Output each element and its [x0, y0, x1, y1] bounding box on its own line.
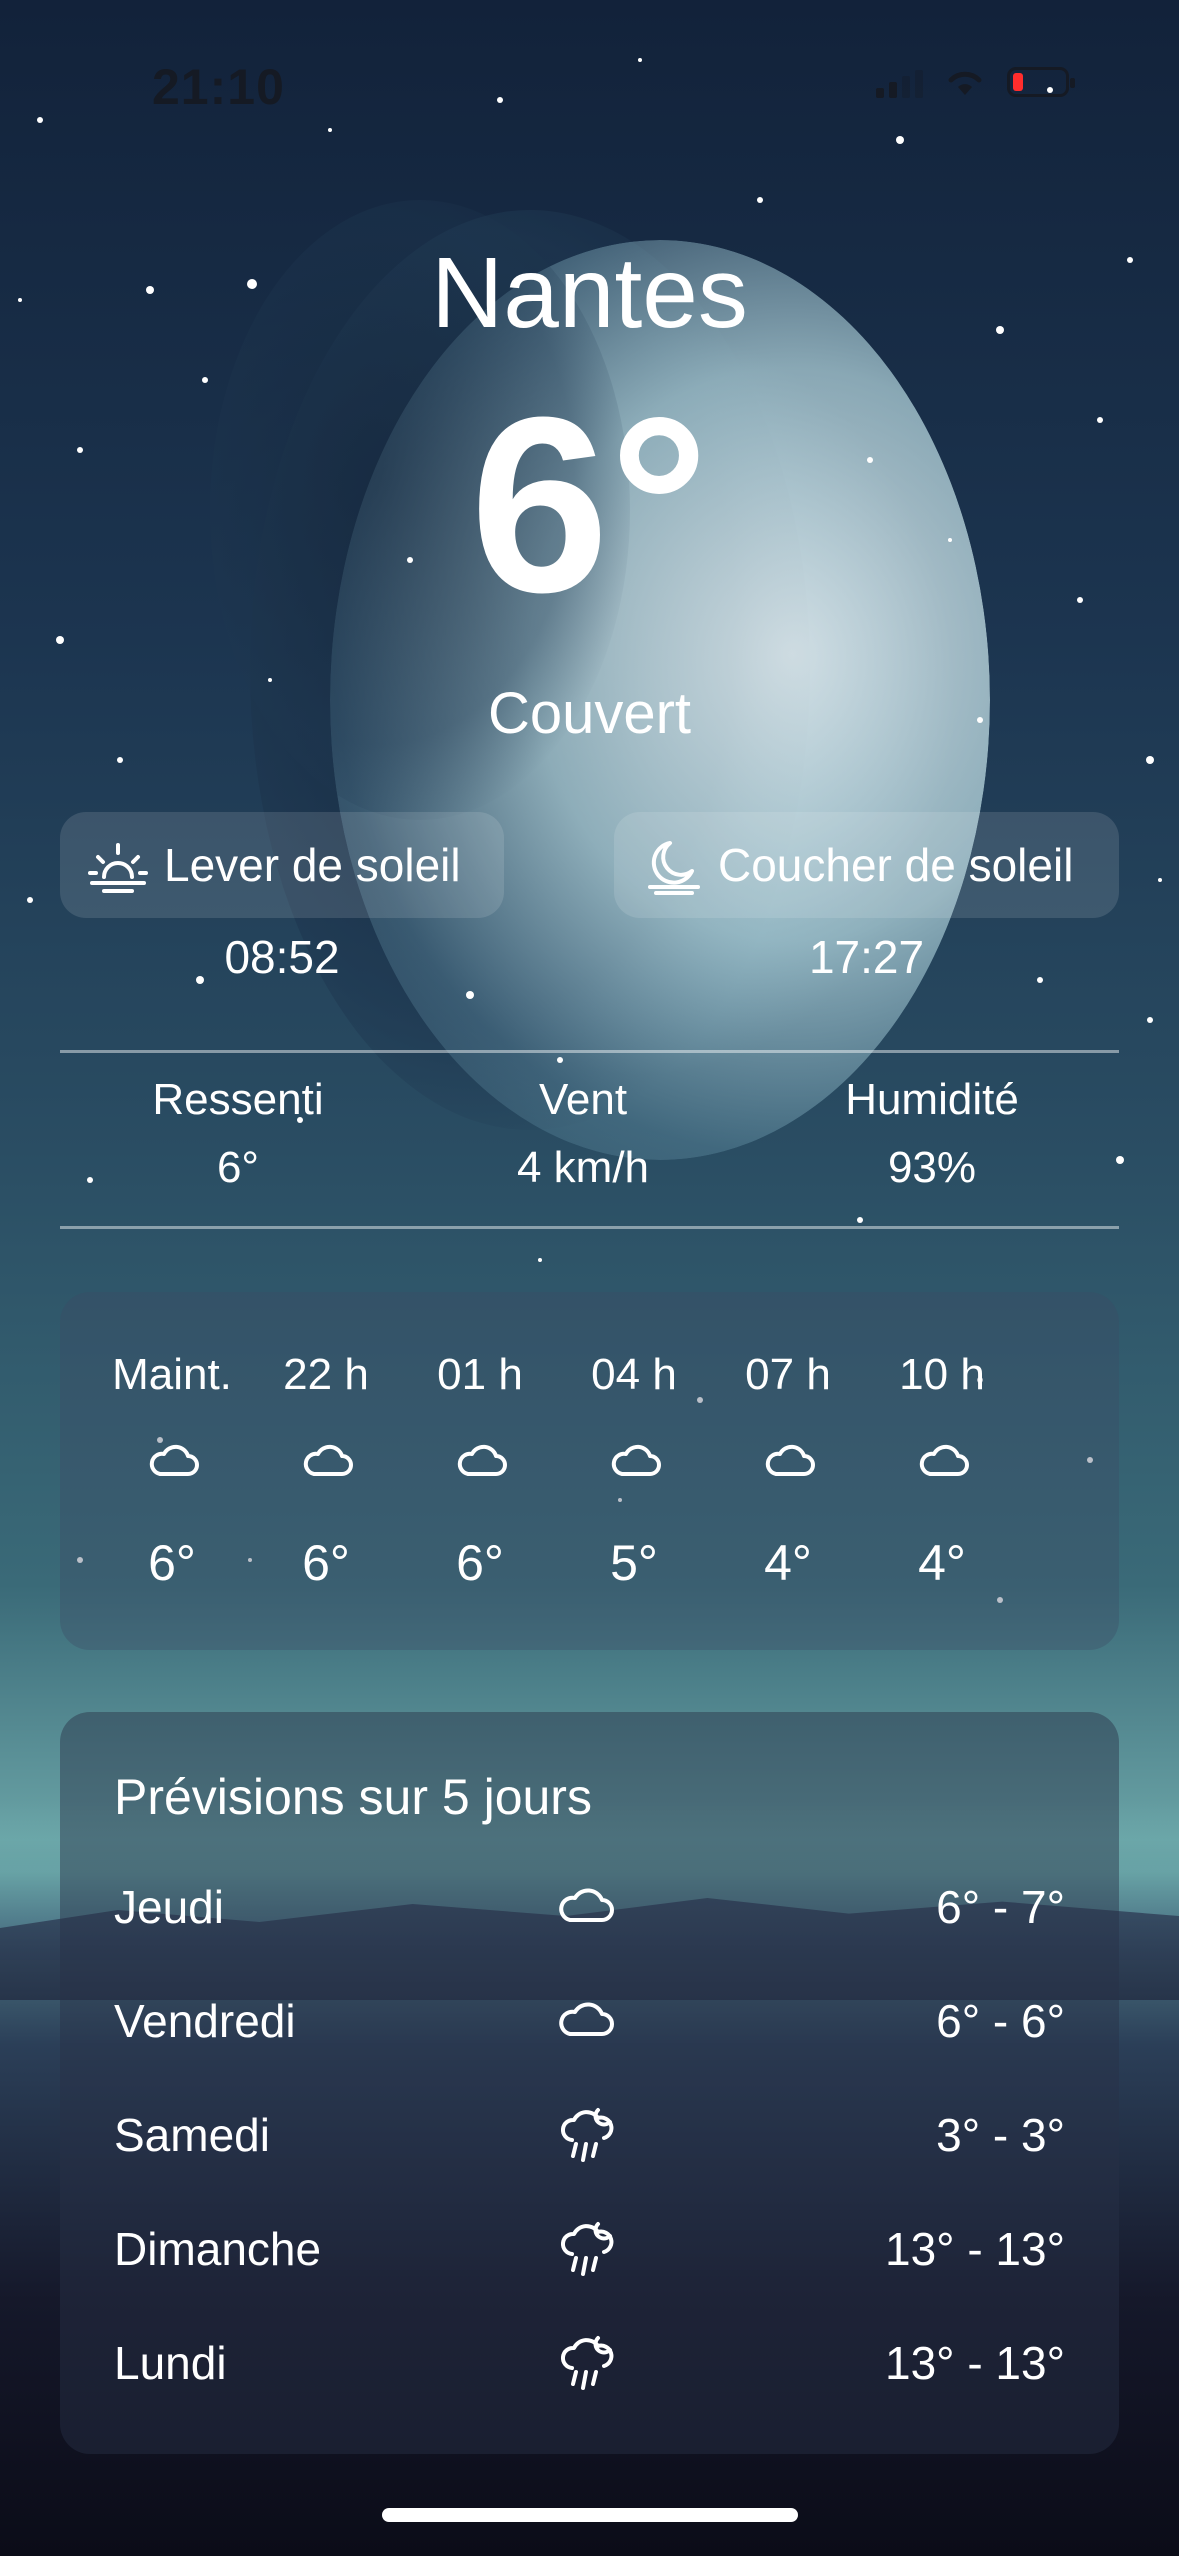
forecast-range: 13° - 13° [884, 2337, 1065, 2389]
sunrise-label: Lever de soleil [164, 839, 461, 891]
hourly-hour: Maint. [112, 1350, 232, 1399]
wifi-icon [948, 71, 982, 95]
forecast-day: Dimanche [114, 2223, 322, 2275]
divider-top [60, 1050, 1119, 1053]
forecast-day: Jeudi [114, 1881, 224, 1933]
hourly-hour: 01 h [437, 1350, 523, 1399]
hourly-temp: 6° [456, 1535, 504, 1591]
detail-label: Humidité [845, 1075, 1019, 1124]
moon-icon [648, 841, 700, 895]
hourly-temp: 4° [764, 1535, 812, 1591]
cloud-icon [919, 1444, 969, 1476]
hourly-hour: 22 h [283, 1350, 369, 1399]
forecast-day: Lundi [114, 2337, 227, 2389]
cloud-icon [611, 1444, 661, 1476]
status-bar: 21:10 [0, 0, 1179, 170]
detail-humidity: Humidité 93% [782, 1075, 1082, 1193]
battery-icon [1007, 67, 1075, 97]
cloud-icon [457, 1444, 507, 1476]
detail-value: 4 km/h [516, 1143, 650, 1192]
cloud-icon [765, 1444, 815, 1476]
home-indicator[interactable] [382, 2508, 798, 2522]
forecast-range: 6° - 7° [936, 1881, 1065, 1933]
forecast-row: Samedi 3° - 3° [60, 2084, 1119, 2184]
cloud-icon [559, 2002, 614, 2036]
sunrise-time: 08:52 [224, 931, 340, 983]
forecast-row: Lundi 13° - 13° [60, 2312, 1119, 2412]
cellular-signal-icon [876, 66, 923, 98]
detail-value: 93% [887, 1143, 977, 1192]
cloud-rain-icon [561, 2336, 614, 2390]
forecast-day: Samedi [114, 2109, 270, 2161]
detail-label: Ressenti [152, 1075, 324, 1124]
cloud-icon [303, 1444, 353, 1476]
five-day-forecast-card: Prévisions sur 5 jours Jeudi 6° - 7° Ven… [60, 1712, 1119, 2454]
city-name: Nantes [431, 237, 748, 349]
divider-bottom [60, 1226, 1119, 1229]
forecast-day: Vendredi [114, 1995, 296, 2047]
hourly-hour: 10 h [899, 1350, 985, 1399]
forecast-title: Prévisions sur 5 jours [114, 1769, 592, 1825]
cloud-rain-icon [561, 2108, 614, 2162]
forecast-range: 13° - 13° [884, 2223, 1065, 2275]
forecast-range: 6° - 6° [936, 1995, 1065, 2047]
cloud-icon [559, 1888, 614, 1922]
detail-feels-like: Ressenti 6° [88, 1075, 388, 1193]
detail-value: 6° [216, 1143, 260, 1192]
sunrise-pill: Lever de soleil [60, 812, 504, 918]
forecast-row: Dimanche 13° - 13° [60, 2198, 1119, 2298]
hourly-forecast-card[interactable]: Maint. 6° 22 h 6° 01 h 6° 04 h 5° 07 h 4… [60, 1292, 1119, 1650]
current-condition: Couvert [487, 681, 692, 746]
detail-wind: Vent 4 km/h [433, 1075, 733, 1193]
cloud-rain-icon [561, 2222, 614, 2276]
forecast-row: Jeudi 6° - 7° [60, 1856, 1119, 1956]
hourly-temp: 5° [610, 1535, 658, 1591]
forecast-range: 3° - 3° [936, 2109, 1065, 2161]
detail-label: Vent [538, 1075, 628, 1124]
current-temperature: 6° [469, 365, 709, 644]
hourly-hour: 07 h [745, 1350, 831, 1399]
sunrise-icon [88, 843, 148, 893]
sunset-pill: Coucher de soleil [614, 812, 1119, 918]
hourly-temp: 6° [148, 1535, 196, 1591]
cloud-icon [149, 1444, 199, 1476]
hourly-hour: 04 h [591, 1350, 677, 1399]
status-icons [876, 66, 1075, 98]
hourly-temp: 4° [918, 1535, 966, 1591]
sunset-time: 17:27 [808, 931, 925, 983]
forecast-row: Vendredi 6° - 6° [60, 1970, 1119, 2070]
hourly-temp: 6° [302, 1535, 350, 1591]
status-time: 21:10 [152, 59, 285, 115]
sunset-label: Coucher de soleil [718, 839, 1074, 891]
